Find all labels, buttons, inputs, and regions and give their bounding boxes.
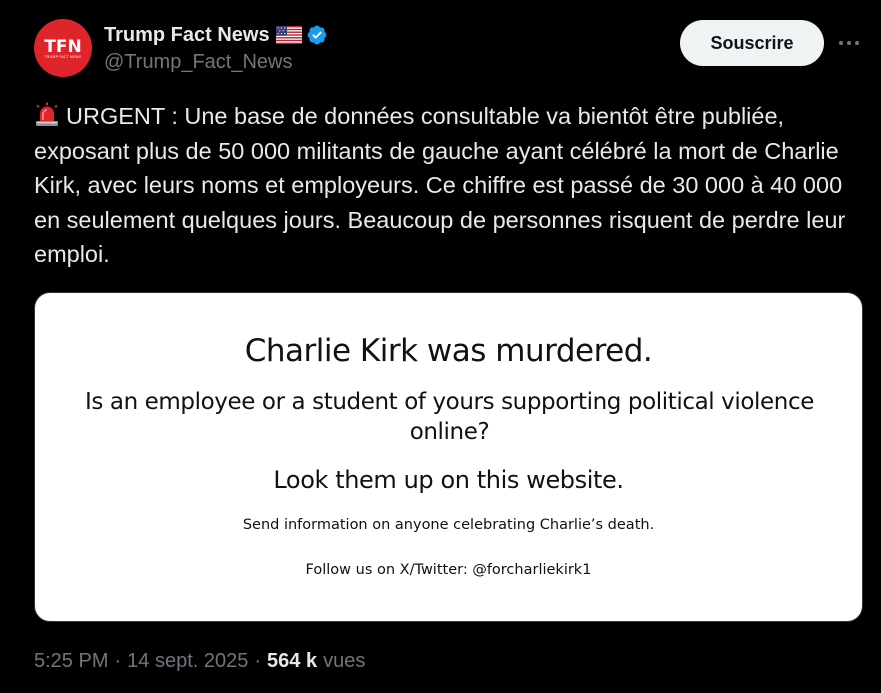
- author-name-row: Trump Fact News: [104, 22, 328, 48]
- avatar-logo-text: TFN: [44, 36, 82, 57]
- tweet: TFN TRUMP FACT NEWS Trump Fact News @Tru…: [0, 0, 881, 693]
- media-image[interactable]: Charlie Kirk was murdered. Is an employe…: [34, 292, 863, 622]
- tweet-meta: 5:25 PM · 14 sept. 2025 · 564 k vues: [34, 650, 365, 673]
- tweet-text: URGENT : Une base de données consultable…: [34, 103, 846, 267]
- author-display-name[interactable]: Trump Fact News: [104, 24, 270, 47]
- subscribe-button[interactable]: Souscrire: [680, 20, 824, 66]
- avatar-logo-subtext: TRUMP FACT NEWS: [44, 54, 82, 59]
- meta-separator: ·: [114, 650, 122, 672]
- media-follow: Follow us on X/Twitter: @forcharliekirk1: [305, 562, 592, 578]
- views-label: vues: [323, 650, 366, 672]
- us-flag-icon: [275, 26, 302, 44]
- siren-icon: [34, 102, 60, 128]
- views-count[interactable]: 564 k: [267, 650, 317, 673]
- media-title: Charlie Kirk was murdered.: [244, 333, 653, 369]
- author-handle[interactable]: @Trump_Fact_News: [104, 51, 293, 74]
- verified-badge-icon[interactable]: [306, 24, 328, 46]
- more-icon[interactable]: [836, 30, 862, 56]
- meta-separator-2: ·: [254, 650, 262, 672]
- tweet-date[interactable]: 14 sept. 2025: [127, 650, 248, 673]
- tweet-text-block: URGENT : Une base de données consultable…: [34, 99, 864, 272]
- media-send-info: Send information on anyone celebrating C…: [242, 517, 655, 533]
- tweet-time[interactable]: 5:25 PM: [34, 650, 108, 673]
- media-lookup: Look them up on this website.: [273, 466, 624, 494]
- media-question: Is an employee or a student of yours sup…: [85, 389, 814, 445]
- avatar[interactable]: TFN TRUMP FACT NEWS: [34, 19, 92, 77]
